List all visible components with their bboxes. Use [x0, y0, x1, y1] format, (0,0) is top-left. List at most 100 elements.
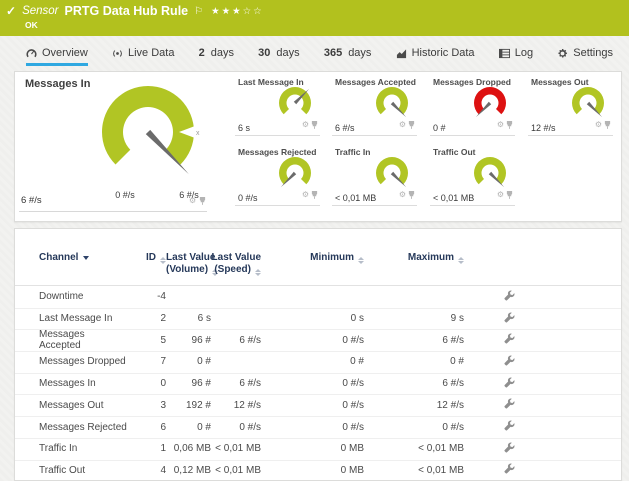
chart-icon — [396, 48, 407, 59]
tab-365-days[interactable]: 365days — [324, 47, 372, 66]
row-actions-cell — [464, 333, 524, 347]
last-value-speed-cell: 0 #/s — [211, 422, 261, 433]
wrench-icon[interactable] — [504, 333, 515, 344]
tab-30-days[interactable]: 30days — [258, 47, 300, 66]
gear-icon[interactable]: ⚙ — [497, 121, 504, 129]
last-value-volume-cell: 0 # — [166, 422, 211, 433]
channel-link[interactable]: Messages Dropped — [39, 356, 126, 367]
pin-icon[interactable] — [506, 116, 513, 134]
gear-icon[interactable]: ⚙ — [399, 191, 406, 199]
object-kind-label: Sensor — [22, 5, 58, 17]
gear-icon[interactable]: ⚙ — [595, 121, 602, 129]
sort-toggle-icon — [458, 257, 464, 264]
divider — [430, 135, 515, 136]
channel-link[interactable]: Messages Accepted — [39, 329, 85, 351]
tab-label: Settings — [573, 47, 613, 59]
channel-link[interactable]: Messages In — [39, 378, 96, 389]
pin-icon[interactable] — [408, 186, 415, 204]
channel-link[interactable]: Messages Out — [39, 400, 103, 411]
log-icon — [499, 48, 510, 59]
main-gauge-title: Messages In — [25, 78, 90, 90]
id-cell: 6 — [127, 422, 166, 433]
priority-stars[interactable]: ★★★☆☆ — [211, 6, 264, 17]
gear-icon[interactable]: ⚙ — [497, 191, 504, 199]
tab-number: 365 — [324, 47, 342, 59]
channel-link[interactable]: Traffic Out — [39, 465, 85, 476]
maximum-cell: 0 # — [364, 356, 464, 367]
last-value-volume-cell: 6 s — [166, 313, 211, 324]
channel-name-cell: Traffic Out — [15, 465, 127, 476]
table-header: ChannelIDLast Value(Volume)Last Value(Sp… — [15, 229, 621, 286]
wrench-icon[interactable] — [504, 312, 515, 323]
wrench-icon[interactable] — [504, 442, 515, 453]
live-icon — [112, 48, 123, 59]
table-row: Traffic Out40,12 MB< 0,01 MB0 MB< 0,01 M… — [15, 460, 621, 481]
channel-table: ChannelIDLast Value(Volume)Last Value(Sp… — [14, 228, 622, 481]
column-header-line: Channel — [39, 252, 127, 264]
tab-bar: Overview Live Data 2 days 30days 365days Histo… — [0, 36, 629, 66]
wrench-icon[interactable] — [504, 377, 515, 388]
pin-icon[interactable] — [199, 192, 206, 210]
column-header-maximum[interactable]: Maximum — [364, 252, 464, 264]
sort-desc-icon — [83, 256, 89, 260]
wrench-icon[interactable] — [504, 398, 515, 409]
pin-icon[interactable] — [506, 186, 513, 204]
id-cell: 2 — [127, 313, 166, 324]
column-header-last-value[interactable]: Last Value(Speed) — [211, 252, 261, 276]
gear-icon[interactable]: ⚙ — [302, 121, 309, 129]
wrench-icon[interactable] — [504, 420, 515, 431]
column-header-id[interactable]: ID — [127, 252, 166, 264]
column-header-minimum[interactable]: Minimum — [261, 252, 364, 264]
row-actions-cell — [464, 355, 524, 369]
tab-number: 2 — [199, 47, 205, 59]
tab-live-data[interactable]: Live Data — [112, 47, 174, 66]
last-value-volume-cell: 0 # — [166, 356, 211, 367]
flag-icon[interactable]: ⚐ — [194, 6, 203, 17]
column-header-label: Last Value — [166, 252, 215, 263]
channel-link[interactable]: Last Message In — [39, 313, 112, 324]
pin-icon[interactable] — [311, 116, 318, 134]
tab-settings[interactable]: Settings — [557, 47, 613, 66]
minimum-cell: 0 MB — [261, 443, 364, 454]
wrench-icon[interactable] — [504, 355, 515, 366]
channel-link[interactable]: Downtime — [39, 291, 83, 302]
divider — [332, 135, 417, 136]
minimum-cell: 0 #/s — [261, 378, 364, 389]
row-actions-cell — [464, 463, 524, 477]
gear-icon[interactable]: ⚙ — [399, 121, 406, 129]
pin-icon[interactable] — [311, 186, 318, 204]
minimum-cell: 0 MB — [261, 465, 364, 476]
channel-link[interactable]: Messages Rejected — [39, 422, 127, 433]
column-header-channel[interactable]: Channel — [15, 252, 127, 264]
gauge-actions: ⚙ — [497, 186, 513, 204]
column-header-last-value[interactable]: Last Value(Volume) — [166, 252, 211, 276]
table-row: Messages Accepted596 #6 #/s0 #/s6 #/s — [15, 329, 621, 352]
id-cell: 3 — [127, 400, 166, 411]
tab-label: Live Data — [128, 47, 174, 59]
tab-log[interactable]: Log — [499, 47, 533, 66]
main-gauge[interactable]: x — [83, 74, 213, 195]
column-header-label: Maximum — [408, 252, 454, 263]
tab-label: days — [211, 47, 234, 59]
tab-2-days[interactable]: 2 days — [199, 47, 234, 66]
wrench-icon[interactable] — [504, 463, 515, 474]
wrench-icon[interactable] — [504, 290, 515, 301]
gauge-value: 0 #/s — [238, 193, 258, 203]
divider — [235, 135, 320, 136]
row-actions-cell — [464, 442, 524, 456]
pin-icon[interactable] — [604, 116, 611, 134]
last-value-speed-cell: 12 #/s — [211, 400, 261, 411]
pin-icon[interactable] — [408, 116, 415, 134]
gear-icon[interactable]: ⚙ — [189, 197, 196, 205]
row-actions-cell — [464, 398, 524, 412]
gear-icon[interactable]: ⚙ — [302, 191, 309, 199]
channel-link[interactable]: Traffic In — [39, 443, 77, 454]
column-header-label: Last Value — [212, 252, 261, 263]
channel-name-cell: Messages Out — [15, 400, 127, 411]
gauge-actions: ⚙ — [497, 116, 513, 134]
tab-label: Historic Data — [412, 47, 475, 59]
tab-overview[interactable]: Overview — [26, 47, 88, 66]
gauge-cell-messages-out: Messages Out12 #/s⚙ — [524, 74, 621, 144]
minimum-cell: 0 s — [261, 313, 364, 324]
tab-historic-data[interactable]: Historic Data — [396, 47, 475, 66]
